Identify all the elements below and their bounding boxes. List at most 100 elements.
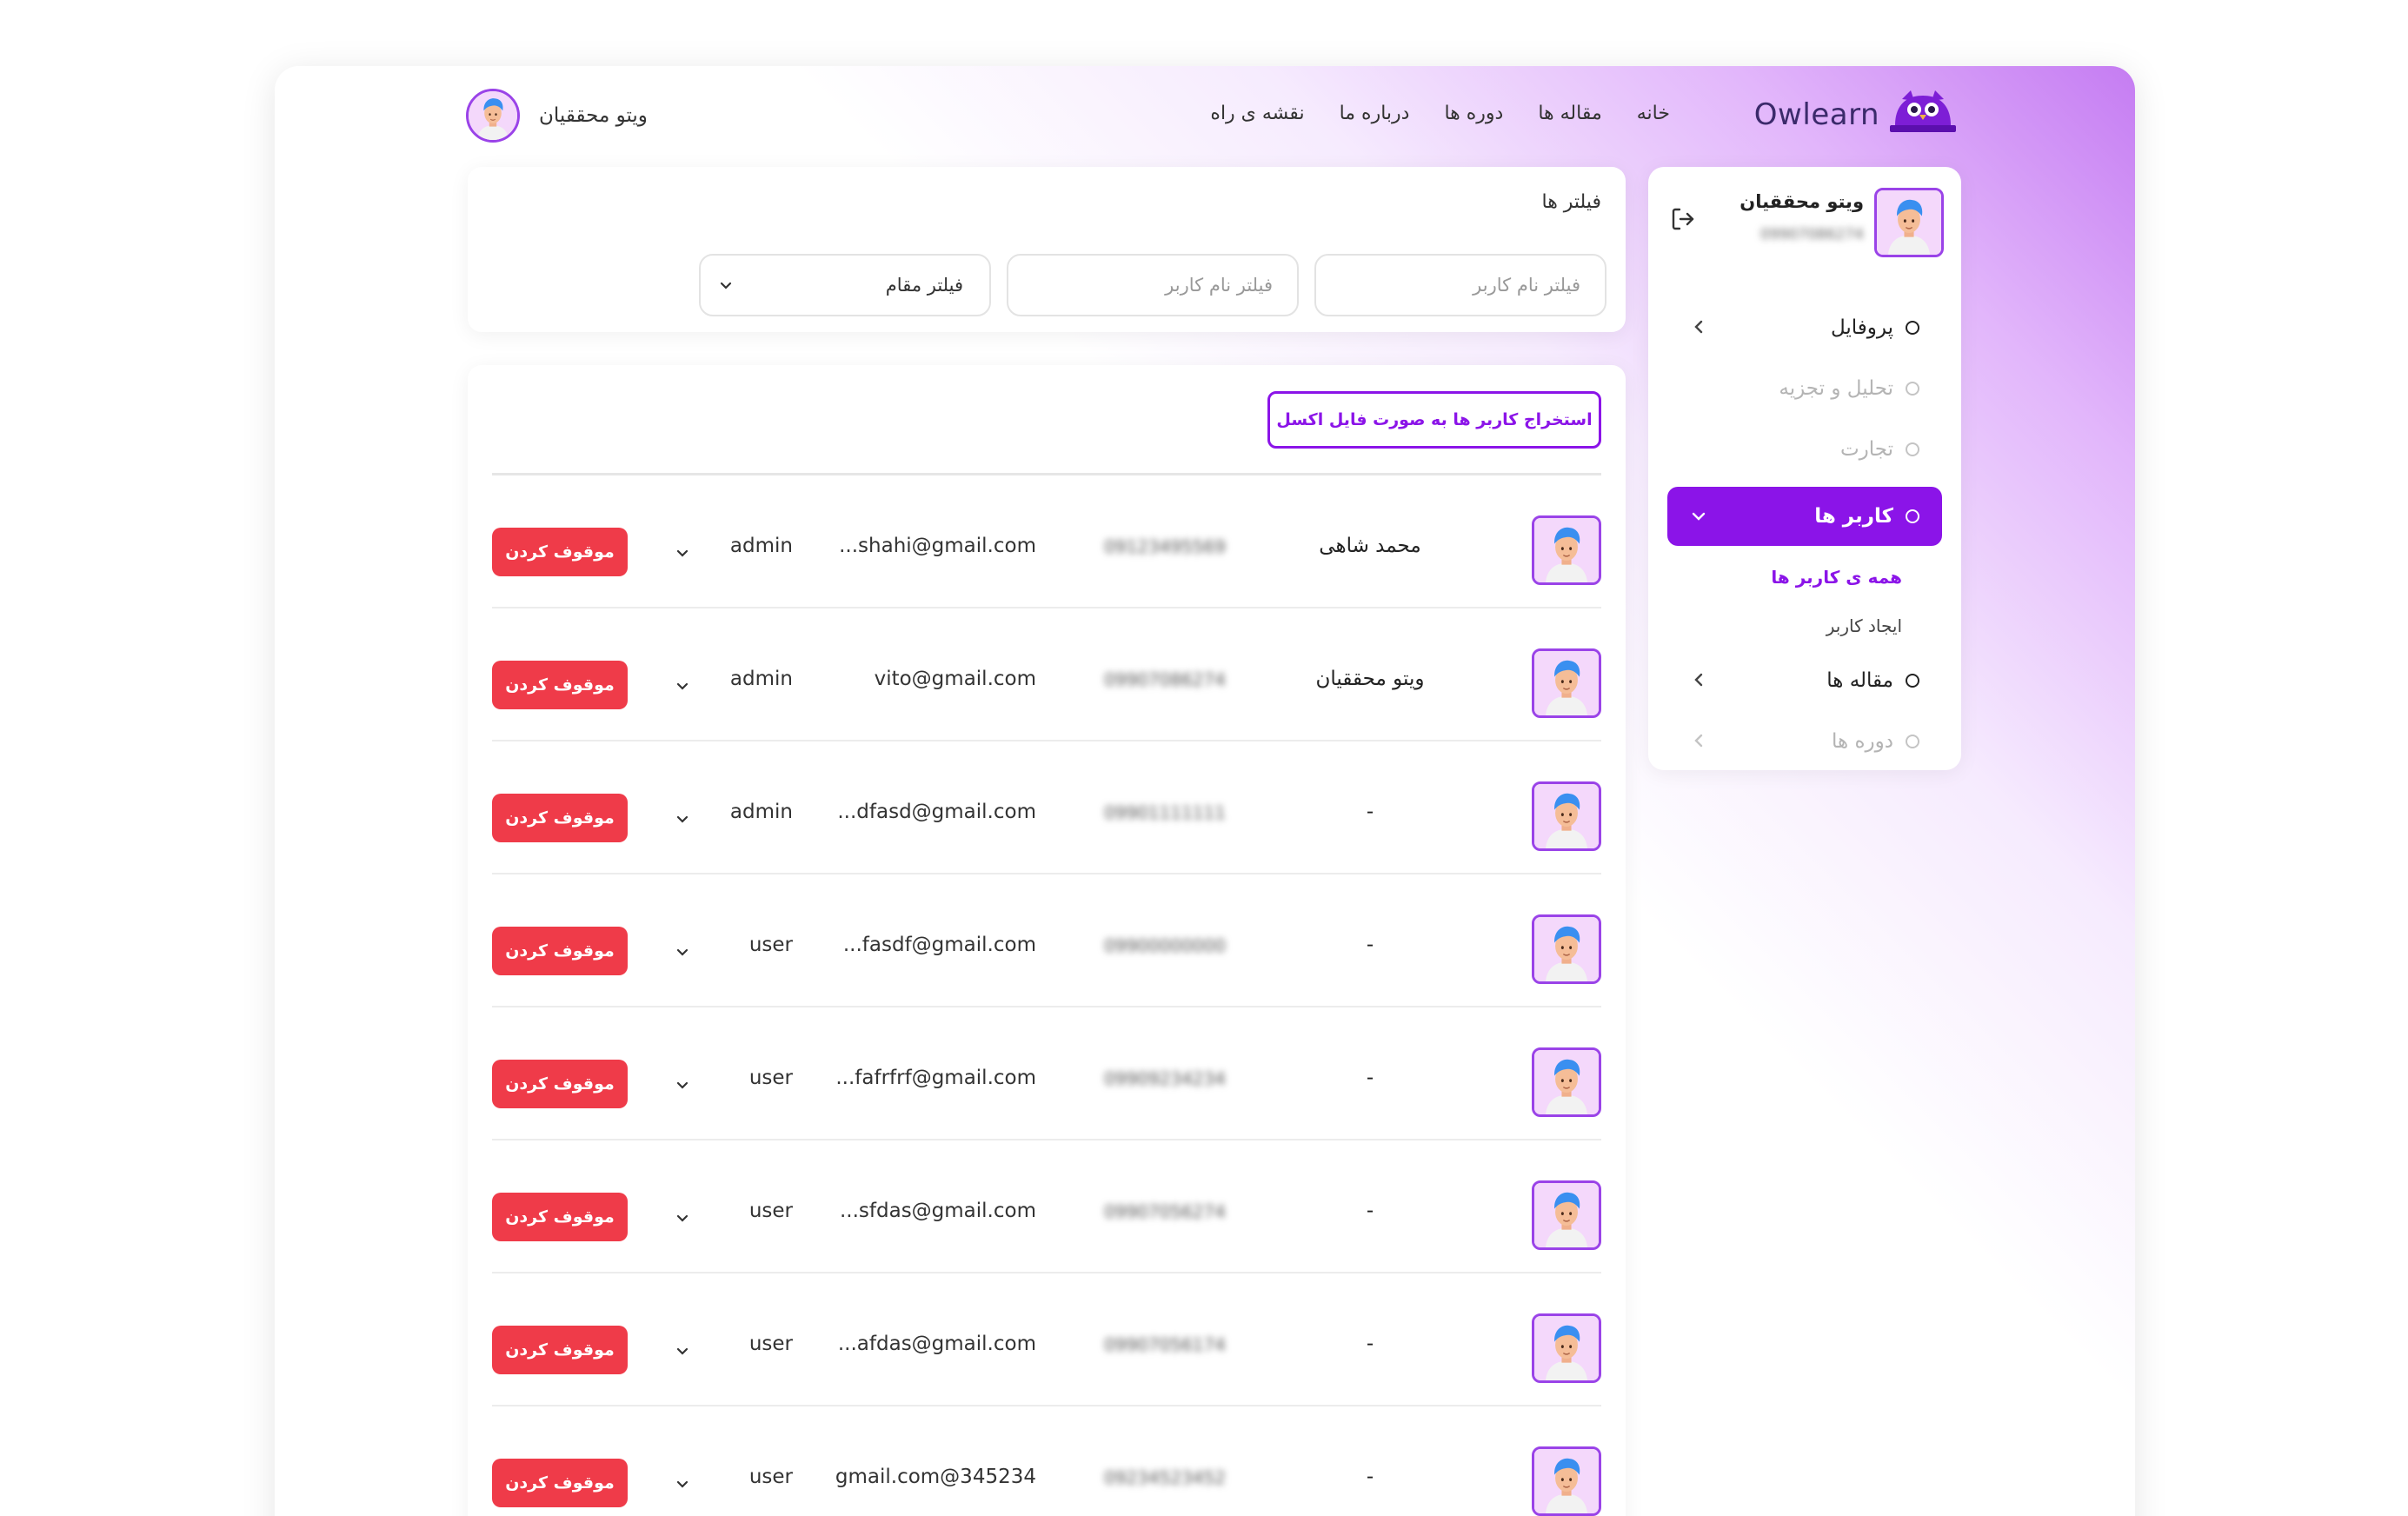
- suspend-user-button[interactable]: موقوف کردن: [492, 794, 628, 842]
- user-row: - 09907056274 ...sfdas@gmail.com user مو…: [492, 1140, 1601, 1273]
- user-role: user: [748, 1466, 793, 1488]
- nav-courses[interactable]: دوره ها: [1444, 103, 1503, 124]
- user-role: user: [748, 1067, 793, 1089]
- user-phone: 09909234234: [1104, 1068, 1226, 1089]
- circle-icon: [1906, 382, 1919, 396]
- nav-user-menu[interactable]: ویتو محققیان: [466, 89, 648, 143]
- chevron-down-icon[interactable]: [675, 1476, 690, 1492]
- circle-icon: [1906, 509, 1919, 523]
- sidebar-item-profile[interactable]: پروفایل: [1667, 297, 1942, 358]
- sidebar-item-analytics[interactable]: تحلیل و تجزیه: [1667, 358, 1942, 419]
- nav-avatar[interactable]: [466, 89, 520, 143]
- user-row: ویتو محققیان 09907086274 vito@gmail.com …: [492, 608, 1601, 741]
- user-avatar: [1532, 1446, 1601, 1516]
- user-phone: 09907056174: [1104, 1334, 1226, 1355]
- user-email: ...sfdas@gmail.com: [839, 1200, 1036, 1222]
- logout-icon[interactable]: [1669, 205, 1697, 233]
- suspend-user-button[interactable]: موقوف کردن: [492, 1193, 628, 1241]
- sidebar-item-articles[interactable]: مقاله ها: [1667, 650, 1942, 711]
- user-email: ...dfasd@gmail.com: [837, 801, 1036, 823]
- sidebar-item-users[interactable]: کاربر ها: [1667, 487, 1942, 546]
- nav-user-name: ویتو محققیان: [539, 104, 648, 127]
- circle-icon: [1906, 442, 1919, 456]
- user-row: - 09234523452 gmail.com@345234 user موقو…: [492, 1406, 1601, 1516]
- chevron-down-icon[interactable]: [675, 811, 690, 827]
- chevron-down-icon: [720, 282, 732, 289]
- user-name: -: [1366, 1200, 1374, 1222]
- username-filter-field: [1314, 254, 1606, 316]
- sidebar-user-phone: 09907086274: [1760, 226, 1864, 243]
- users-panel: استخراج کاربر ها به صورت فایل اکسل محمد …: [468, 365, 1626, 1516]
- suspend-user-button[interactable]: موقوف کردن: [492, 1326, 628, 1374]
- top-navbar: Owlearn خانه مقاله ها دوره ها درباره ما …: [275, 66, 2135, 167]
- role-filter-select[interactable]: فیلتر مقام: [699, 254, 991, 316]
- user-name: -: [1366, 1466, 1374, 1488]
- suspend-user-button[interactable]: موقوف کردن: [492, 1459, 628, 1507]
- user-phone: 09907056274: [1104, 1201, 1226, 1222]
- suspend-user-button[interactable]: موقوف کردن: [492, 927, 628, 975]
- user-row: - 09907056174 ...afdas@gmail.com user مو…: [492, 1273, 1601, 1406]
- sidebar-user-name: ویتو محققیان: [1739, 191, 1864, 212]
- sidebar-item-courses[interactable]: دوره ها: [1667, 711, 1942, 772]
- chevron-down-icon[interactable]: [675, 678, 690, 694]
- user-name: -: [1366, 1333, 1374, 1355]
- user-phone: 09234523452: [1104, 1467, 1226, 1488]
- user-role: user: [748, 934, 793, 956]
- chevron-down-icon[interactable]: [675, 944, 690, 960]
- circle-icon: [1906, 674, 1919, 688]
- user-row: - 09900000000 ...fasdf@gmail.com user مو…: [492, 874, 1601, 1007]
- user-role: admin: [729, 535, 793, 557]
- filters-panel: فیلتر ها فیلتر مقام: [468, 167, 1626, 332]
- sidebar-profile: ویتو محققیان 09907086274: [1648, 167, 1961, 289]
- chevron-left-icon: [1694, 320, 1703, 334]
- sidebar-item-business[interactable]: تجارت: [1667, 419, 1942, 480]
- sidebar-subitem-all-users[interactable]: همه ی کاربر ها: [1667, 553, 1942, 602]
- export-excel-button[interactable]: استخراج کاربر ها به صورت فایل اکسل: [1267, 391, 1601, 449]
- user-row: - 09901111111 ...dfasd@gmail.com admin م…: [492, 741, 1601, 874]
- chevron-down-icon[interactable]: [675, 1343, 690, 1359]
- user-avatar: [1532, 515, 1601, 585]
- user-email: vito@gmail.com: [874, 668, 1036, 690]
- chevron-left-icon: [1694, 673, 1703, 687]
- nav-articles[interactable]: مقاله ها: [1538, 103, 1601, 124]
- chevron-down-icon[interactable]: [675, 1210, 690, 1226]
- user-role: admin: [729, 801, 793, 823]
- filters-title: فیلتر ها: [1541, 191, 1601, 213]
- chevron-left-icon: [1694, 734, 1703, 748]
- sidebar-avatar: [1874, 188, 1944, 257]
- user-avatar: [1532, 1180, 1601, 1250]
- sidebar-subitem-create-user[interactable]: ایجاد کاربر: [1667, 602, 1942, 650]
- sidebar-item-label: مقاله ها: [1826, 669, 1893, 692]
- user-name: ویتو محققیان: [1315, 668, 1425, 690]
- nav-home[interactable]: خانه: [1637, 103, 1670, 124]
- circle-icon: [1906, 735, 1919, 748]
- user-name: محمد شاهی: [1319, 535, 1421, 557]
- user-row: - 09909234234 ...fafrfrf@gmail.com user …: [492, 1007, 1601, 1140]
- circle-icon: [1906, 321, 1919, 335]
- owl-logo-icon[interactable]: [1890, 87, 1956, 137]
- user-avatar: [1532, 1047, 1601, 1117]
- suspend-user-button[interactable]: موقوف کردن: [492, 528, 628, 576]
- nav-about[interactable]: درباره ما: [1340, 103, 1410, 124]
- nav-roadmap[interactable]: نقشه ی راه: [1210, 103, 1304, 124]
- user-name: -: [1366, 801, 1374, 823]
- user-phone: 09123495569: [1104, 536, 1226, 557]
- user-name: -: [1366, 1067, 1374, 1089]
- user-avatar: [1532, 1313, 1601, 1383]
- user-email: gmail.com@345234: [835, 1466, 1036, 1488]
- brand-name[interactable]: Owlearn: [1744, 97, 1879, 132]
- user-role: user: [748, 1333, 793, 1355]
- suspend-user-button[interactable]: موقوف کردن: [492, 1060, 628, 1108]
- user-phone: 09900000000: [1104, 935, 1226, 956]
- name-filter-input[interactable]: [1008, 256, 1297, 315]
- user-avatar: [1532, 781, 1601, 851]
- username-filter-input[interactable]: [1316, 256, 1605, 315]
- chevron-down-icon[interactable]: [675, 1077, 690, 1093]
- chevron-down-icon[interactable]: [675, 545, 690, 561]
- dashboard-sidebar: ویتو محققیان 09907086274 پروفایل تحلیل و…: [1648, 167, 1961, 770]
- suspend-user-button[interactable]: موقوف کردن: [492, 661, 628, 709]
- user-email: ...afdas@gmail.com: [837, 1333, 1036, 1355]
- sidebar-item-label: کاربر ها: [1814, 505, 1893, 528]
- chevron-down-icon: [1692, 512, 1706, 521]
- role-filter-value: فیلتر مقام: [885, 275, 963, 296]
